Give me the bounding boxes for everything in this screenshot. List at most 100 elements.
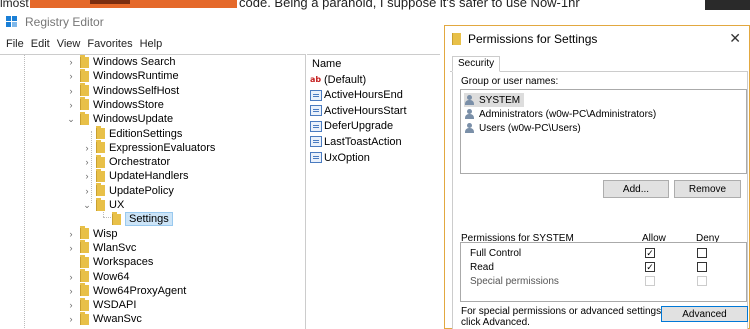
menu-edit[interactable]: Edit [31, 38, 50, 50]
tree-key-ux[interactable]: ⌄ UX [82, 197, 125, 212]
folder-icon [452, 33, 461, 45]
chevron-down-icon[interactable]: ⌄ [66, 114, 76, 125]
tab-security[interactable]: Security [452, 56, 501, 72]
chevron-right-icon[interactable]: › [82, 157, 92, 167]
read-deny-checkbox[interactable] [697, 262, 707, 272]
tree-key-label: Wow64ProxyAgent [93, 284, 187, 297]
folder-icon [80, 240, 89, 254]
user-item-administrators[interactable]: Administrators (w0w-PC\Administrators) [464, 107, 656, 121]
tree-key-label: Wow64 [93, 270, 130, 283]
menu-file[interactable]: File [6, 38, 24, 50]
chevron-right-icon[interactable]: › [66, 314, 76, 324]
chevron-right-icon[interactable]: › [66, 57, 76, 67]
user-group-icon [464, 108, 476, 120]
folder-icon [80, 269, 89, 282]
add-button[interactable]: Add... [603, 180, 669, 198]
close-icon[interactable]: ✕ [729, 30, 741, 47]
tree-key-wwansvc[interactable]: › WwanSvc [66, 311, 142, 326]
registry-title-bar[interactable]: Registry Editor [0, 10, 440, 34]
tree-key-wisp[interactable]: › Wisp [66, 226, 117, 241]
chevron-right-icon[interactable]: › [66, 71, 76, 81]
binary-value-icon [310, 120, 322, 132]
chevron-right-icon[interactable]: › [66, 86, 76, 96]
tree-key-updatepolicy[interactable]: › UpdatePolicy [82, 183, 174, 198]
values-column-name[interactable]: Name [307, 55, 440, 73]
tree-key-wsdapi[interactable]: › WSDAPI [66, 297, 136, 312]
chevron-right-icon[interactable]: › [66, 243, 76, 253]
tree-key-editionsettings[interactable]: EditionSettings [82, 126, 182, 141]
chevron-right-icon[interactable]: › [66, 272, 76, 282]
tree-key-label: Workspaces [93, 256, 154, 269]
value-row[interactable]: UxOption [310, 150, 370, 165]
folder-icon [80, 254, 89, 268]
chevron-right-icon[interactable]: › [66, 100, 76, 110]
folder-icon [96, 183, 105, 197]
tree-key-label: UpdateHandlers [109, 170, 189, 183]
tree-key-expressionevaluators[interactable]: › ExpressionEvaluators [82, 140, 215, 155]
full-control-allow-checkbox[interactable]: ✓ [645, 248, 655, 258]
tree-key-orchestrator[interactable]: › Orchestrator [82, 154, 171, 169]
tree-key-workspaces[interactable]: Workspaces [66, 254, 154, 269]
value-row[interactable]: ActiveHoursEnd [310, 88, 403, 103]
value-name: ActiveHoursStart [324, 104, 407, 117]
dialog-title-bar[interactable]: Permissions for Settings ✕ [445, 26, 749, 52]
user-item-users[interactable]: Users (w0w-PC\Users) [464, 121, 581, 135]
chevron-down-icon[interactable]: ⌄ [82, 200, 92, 211]
tree-key-label: WwanSvc [93, 313, 142, 326]
menu-favorites[interactable]: Favorites [87, 38, 132, 50]
background-text-right: code. Being a paranoid, I suppose it's s… [239, 0, 580, 10]
chevron-right-icon[interactable]: › [66, 229, 76, 239]
user-group-icon [464, 122, 476, 134]
user-item-system[interactable]: SYSTEM [464, 93, 525, 107]
special-allow-checkbox [645, 276, 655, 286]
tree-key-windowsstore[interactable]: › WindowsStore [66, 97, 164, 112]
folder-icon [80, 97, 89, 111]
remove-button[interactable]: Remove [674, 180, 741, 198]
folder-icon [80, 226, 89, 240]
security-tab-panel: Group or user names: SYSTEM Administrato… [452, 72, 748, 329]
binary-value-icon [310, 152, 322, 163]
advanced-note-line2: click Advanced. [461, 317, 530, 328]
value-name: LastToastAction [324, 135, 402, 148]
folder-icon [80, 297, 89, 311]
value-row[interactable]: ActiveHoursStart [310, 103, 407, 118]
chevron-right-icon[interactable]: › [82, 171, 92, 181]
tree-key-windowsruntime[interactable]: › WindowsRuntime [66, 68, 179, 83]
chevron-right-icon[interactable]: › [66, 286, 76, 296]
chevron-right-icon[interactable]: › [82, 143, 92, 153]
tree-key-windowsselfhost[interactable]: › WindowsSelfHost [66, 83, 180, 98]
chevron-right-icon[interactable]: › [66, 300, 76, 310]
tree-key-label: WlanSvc [93, 241, 137, 254]
full-control-deny-checkbox[interactable] [697, 248, 707, 258]
value-row[interactable]: DeferUpgrade [310, 119, 393, 134]
tree-key-label: Orchestrator [109, 156, 171, 169]
menu-help[interactable]: Help [140, 38, 163, 50]
tree-key-label: UX [109, 199, 125, 211]
tree-key-windows search[interactable]: › Windows Search [66, 55, 176, 69]
value-row[interactable]: ab (Default) [310, 72, 366, 87]
tree-key-settings[interactable]: Settings [98, 211, 173, 227]
permissions-dialog: Permissions for Settings ✕ Security Grou… [444, 25, 750, 329]
folder-icon [80, 55, 89, 68]
tree-key-wow64[interactable]: › Wow64 [66, 269, 130, 284]
background-dark-block [705, 0, 750, 10]
tree-key-updatehandlers[interactable]: › UpdateHandlers [82, 168, 189, 183]
tree-key-wlansvc[interactable]: › WlanSvc [66, 240, 137, 255]
string-value-icon: ab [310, 75, 322, 84]
tree-key-windowsupdate[interactable]: ⌄ WindowsUpdate [66, 111, 173, 126]
advanced-button[interactable]: Advanced [661, 306, 748, 322]
tree-key-wow64proxyagent[interactable]: › Wow64ProxyAgent [66, 283, 187, 298]
tree-key-label: Settings [125, 212, 173, 227]
advanced-note-line1: For special permissions or advanced sett… [461, 306, 664, 317]
registry-values-pane[interactable]: Name ab (Default) ActiveHoursEnd ActiveHour… [307, 54, 440, 329]
read-allow-checkbox[interactable]: ✓ [645, 262, 655, 272]
tree-key-label: WindowsSelfHost [93, 84, 180, 97]
user-name: Users (w0w-PC\Users) [479, 122, 581, 134]
folder-icon [80, 311, 89, 325]
value-name: DeferUpgrade [324, 120, 394, 133]
value-row[interactable]: LastToastAction [310, 134, 402, 149]
registry-key-tree[interactable]: › Windows Search › WindowsRuntime › WindowsSe… [0, 54, 306, 329]
menu-view[interactable]: View [57, 38, 81, 50]
users-list[interactable]: SYSTEM Administrators (w0w-PC\Administra… [460, 89, 747, 174]
chevron-right-icon[interactable]: › [82, 186, 92, 196]
